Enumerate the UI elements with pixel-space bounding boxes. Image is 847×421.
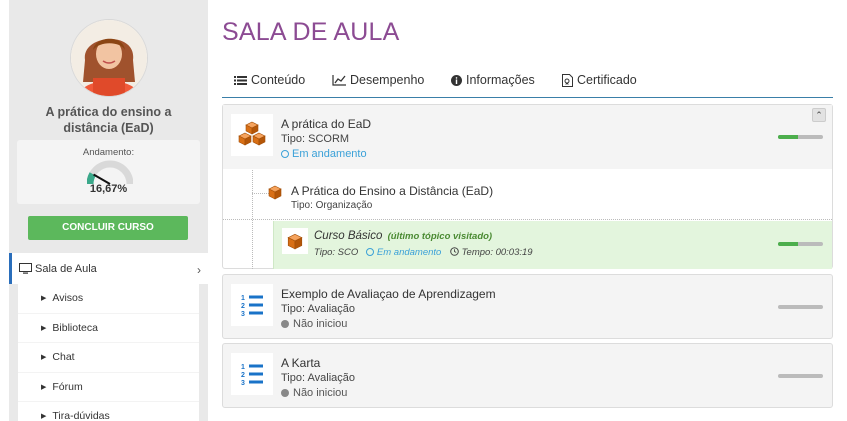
sidebar-item-label: Sala de Aula <box>35 262 97 275</box>
sidebar-item-label: Chat <box>52 351 75 364</box>
collapse-button[interactable]: ⌃ <box>812 108 826 122</box>
caret-right-icon: ▶ <box>41 413 47 421</box>
progress-fill <box>778 135 799 139</box>
sco-time: Tempo: 00:03:19 <box>450 247 533 258</box>
caret-right-icon: ▶ <box>41 383 47 391</box>
organization-type: Tipo: Organização <box>291 200 373 211</box>
item-type: Tipo: SCORM <box>281 133 350 145</box>
sidebar-item-biblioteca[interactable]: ▶ Biblioteca <box>18 314 199 343</box>
last-visited-label: (último tópico visitado) <box>387 231 493 242</box>
status-dot-icon <box>281 388 289 397</box>
caret-right-icon: ▶ <box>41 295 47 303</box>
divider <box>223 219 832 220</box>
sco-time-text: Tempo: 00:03:19 <box>461 247 533 258</box>
cubes-icon <box>231 114 273 156</box>
content-item-evaluation[interactable]: 1 2 3 A Karta Tipo: Avaliação Não inicio… <box>222 343 833 408</box>
list-icon <box>234 75 247 85</box>
sidebar-item-label: Fórum <box>52 380 83 393</box>
sco-title: Curso Básico (último tópico visitado) <box>314 230 492 242</box>
svg-text:2: 2 <box>241 372 245 379</box>
content-item-evaluation[interactable]: 1 2 3 Exemplo de Avaliaçao de Aprendizag… <box>222 274 833 339</box>
item-status-text: Não iniciou <box>293 387 348 399</box>
sco-status-text: Em andamento <box>376 247 442 258</box>
tab-label: Conteúdo <box>251 73 306 87</box>
cube-icon <box>268 185 282 200</box>
avatar <box>71 20 147 96</box>
progress-label: Andamento: <box>82 147 135 158</box>
status-ring-icon <box>365 247 374 256</box>
svg-text:1: 1 <box>241 295 245 302</box>
tab-label: Informações <box>466 73 535 87</box>
item-status: Não iniciou <box>281 318 347 330</box>
sco-type: Tipo: SCO <box>314 247 359 258</box>
sidebar-subnav: ▶ Avisos ▶ Biblioteca ▶ Chat ▶ Fórum ▶ Tira-d… <box>18 284 199 421</box>
sidebar-item-label: Avisos <box>52 292 84 305</box>
sidebar-item-chat[interactable]: ▶ Chat <box>18 343 199 373</box>
svg-text:2: 2 <box>241 303 245 310</box>
complete-course-button[interactable]: CONCLUIR CURSO <box>28 216 188 240</box>
status-dot-icon <box>281 319 289 328</box>
tab-bar: Conteúdo Desempenho Informações Certific… <box>222 62 833 98</box>
sidebar-nav: Sala de Aula › ▶ Avisos ▶ Biblioteca ▶ Chat… <box>9 253 208 421</box>
item-progress-bar <box>778 305 823 309</box>
sidebar-item-avisos[interactable]: ▶ Avisos <box>18 284 199 314</box>
svg-text:1: 1 <box>241 364 245 371</box>
status-ring-icon <box>281 149 289 158</box>
item-type: Tipo: Avaliação <box>281 372 355 384</box>
numbered-list-icon: 1 2 3 <box>231 284 273 326</box>
sco-title-text: Curso Básico <box>314 230 383 242</box>
content-item-header[interactable]: A prática do EaD Tipo: SCORM Em andament… <box>223 105 832 169</box>
tab-certificado[interactable]: Certificado <box>562 62 637 98</box>
sidebar: A prática do ensino a distância (EaD) An… <box>9 0 208 421</box>
item-title: A prática do EaD <box>281 117 372 131</box>
item-status: Em andamento <box>281 148 367 160</box>
sco-status: Em andamento <box>365 247 442 258</box>
item-progress-bar <box>778 374 823 378</box>
sco-meta: Tipo: SCO Em andamento Tempo: 00:03:19 <box>314 247 533 258</box>
monitor-icon <box>19 263 32 274</box>
item-status: Não iniciou <box>281 387 347 399</box>
item-title: Exemplo de Avaliaçao de Aprendizagem <box>281 287 496 301</box>
item-title: A Karta <box>281 356 321 370</box>
chevron-right-icon: › <box>197 263 201 277</box>
sidebar-item-label: Biblioteca <box>52 321 98 334</box>
sidebar-item-forum[interactable]: ▶ Fórum <box>18 373 199 402</box>
item-status-text: Não iniciou <box>293 318 348 330</box>
item-type: Tipo: Avaliação <box>281 303 355 315</box>
content-item-scorm: A prática do EaD Tipo: SCORM Em andament… <box>222 104 833 269</box>
sidebar-item-sala-de-aula[interactable]: Sala de Aula › <box>9 253 208 284</box>
line-chart-icon <box>332 74 346 86</box>
sidebar-item-tira-duvidas[interactable]: ▶ Tira-dúvidas <box>18 402 199 421</box>
progress-fill <box>778 242 799 246</box>
caret-right-icon: ▶ <box>41 354 47 362</box>
clock-icon <box>450 247 459 256</box>
tab-informacoes[interactable]: Informações <box>451 62 535 98</box>
cube-icon <box>282 228 308 254</box>
sco-row[interactable]: Curso Básico (último tópico visitado) Ti… <box>273 221 832 269</box>
info-icon <box>451 74 462 86</box>
caret-right-icon: ▶ <box>41 324 47 332</box>
tab-desempenho[interactable]: Desempenho <box>332 62 424 98</box>
progress-value: 16,67% <box>89 183 128 195</box>
tab-label: Certificado <box>577 73 637 87</box>
item-progress-bar <box>778 135 823 139</box>
svg-text:3: 3 <box>241 311 245 317</box>
item-status-text: Em andamento <box>292 148 367 160</box>
numbered-list-icon: 1 2 3 <box>231 353 273 395</box>
sco-progress-bar <box>778 242 823 246</box>
tab-conteudo[interactable]: Conteúdo <box>234 62 305 98</box>
certificate-icon <box>562 73 573 87</box>
tab-label: Desempenho <box>350 73 425 87</box>
course-title: A prática do ensino a distância (EaD) <box>45 105 172 135</box>
sidebar-item-label: Tira-dúvidas <box>52 410 110 421</box>
progress-card: Andamento: 16,67% <box>17 140 200 204</box>
organization-title[interactable]: A Prática do Ensino a Distância (EaD) <box>291 184 493 198</box>
page-title: SALA DE AULA <box>222 18 400 46</box>
svg-text:3: 3 <box>241 380 245 386</box>
